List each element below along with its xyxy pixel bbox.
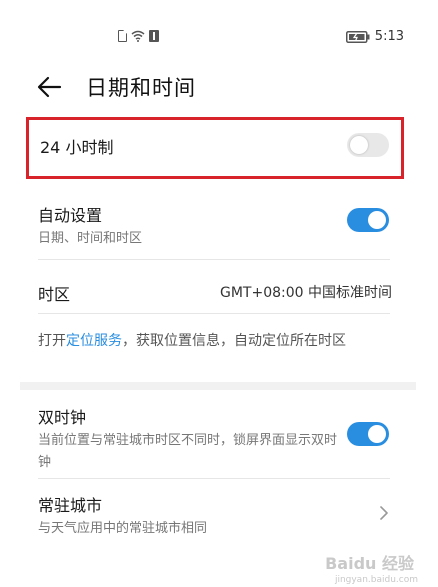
hour24-toggle[interactable]	[347, 133, 389, 157]
timezone-label[interactable]: 时区	[38, 281, 70, 305]
dual-clock-toggle[interactable]	[347, 422, 389, 446]
dual-clock-label: 双时钟	[38, 408, 87, 427]
location-info-text: 打开定位服务，获取位置信息，自动定位所在时区	[38, 330, 388, 352]
auto-set-sub: 日期、时间和时区	[38, 231, 143, 246]
battery-icon	[345, 30, 370, 43]
back-button[interactable]	[34, 72, 66, 102]
page-header: 日期和时间	[0, 64, 438, 108]
toggle-knob	[368, 425, 386, 443]
dual-clock-sub: 当前位置与常驻城市时区不同时，锁屏界面显示双时钟	[38, 433, 338, 470]
location-info-suffix: ，获取位置信息，自动定位所在时区	[122, 333, 346, 349]
watermark-sub: jingyan.baidu.com	[334, 575, 418, 585]
toggle-knob	[368, 211, 386, 229]
baidu-watermark: Baidu 经验 jingyan.baidu.com	[320, 553, 430, 587]
screen: 5:13 日期和时间 24 小时制 自动设置 日期、时间和时区 时区 GMT+0…	[0, 0, 438, 587]
toggle-knob	[350, 136, 368, 154]
location-info-prefix: 打开	[38, 333, 66, 349]
auto-set-toggle[interactable]	[347, 208, 389, 232]
sim-icon	[118, 30, 127, 42]
home-city-sub: 与天气应用中的常驻城市相同	[38, 521, 208, 536]
section-gap	[20, 382, 416, 390]
arrow-left-icon	[37, 76, 62, 98]
status-time: 5:13	[374, 29, 404, 44]
hour24-label: 24 小时制	[40, 138, 114, 157]
page-title: 日期和时间	[86, 76, 196, 100]
wifi-icon	[131, 30, 145, 42]
location-service-link[interactable]: 定位服务	[66, 333, 122, 349]
divider	[38, 313, 390, 314]
status-icons-right: 5:13	[345, 29, 404, 44]
status-bar: 5:13	[0, 0, 438, 72]
timezone-value[interactable]: GMT+08:00 中国标准时间	[220, 282, 392, 302]
chevron-right-icon[interactable]	[378, 505, 390, 521]
home-city-label[interactable]: 常驻城市	[38, 492, 102, 516]
status-icons-left	[118, 30, 159, 42]
signal-icon	[149, 30, 159, 42]
divider	[38, 478, 390, 479]
divider	[38, 259, 390, 260]
auto-set-label: 自动设置	[38, 206, 103, 225]
watermark-text: Baidu 经验	[325, 554, 414, 573]
